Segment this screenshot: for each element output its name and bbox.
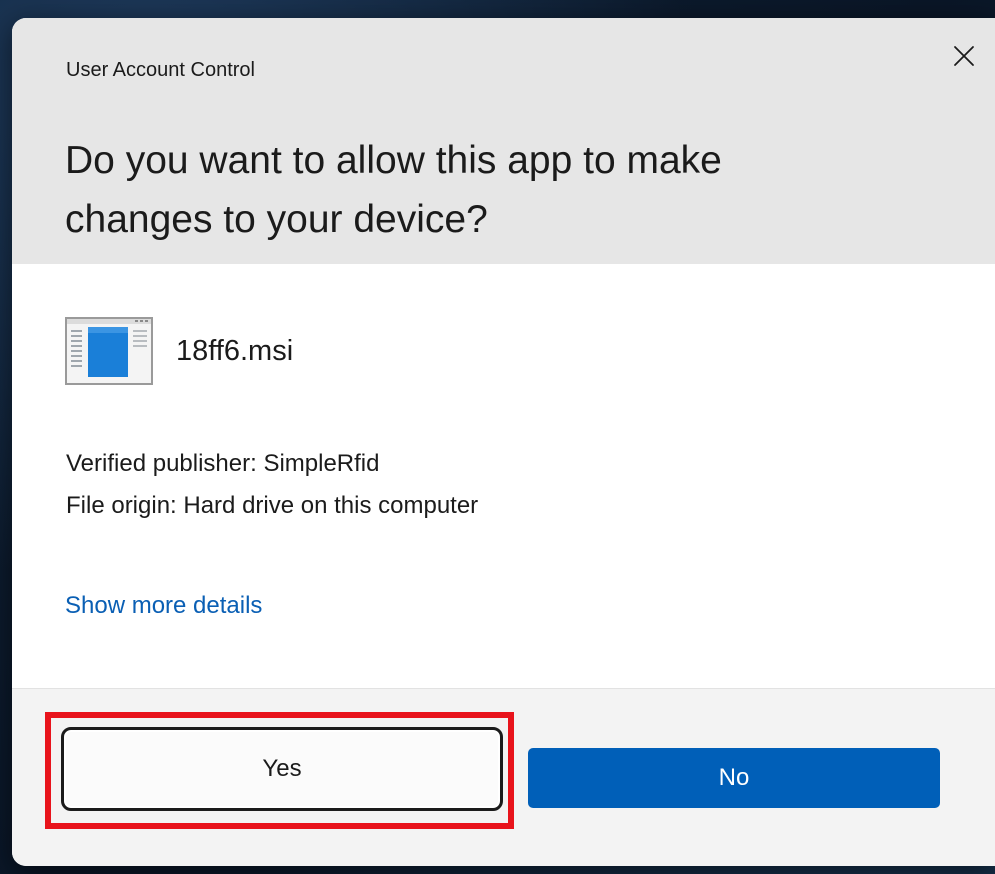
- no-button[interactable]: No: [528, 748, 940, 808]
- app-name: 18ff6.msi: [176, 335, 294, 367]
- uac-dialog: User Account Control Do you want to allo…: [12, 18, 995, 866]
- dialog-question: Do you want to allow this app to make ch…: [65, 131, 925, 249]
- close-icon: [954, 46, 974, 66]
- window-title: User Account Control: [66, 59, 255, 81]
- show-more-details-link[interactable]: Show more details: [65, 592, 262, 620]
- question-line-2: changes to your device?: [65, 198, 488, 241]
- dialog-header: User Account Control Do you want to allo…: [12, 18, 995, 264]
- close-button[interactable]: [942, 34, 986, 78]
- file-origin: File origin: Hard drive on this computer: [66, 492, 479, 519]
- yes-button[interactable]: Yes: [61, 727, 503, 811]
- verified-publisher: Verified publisher: SimpleRfid: [66, 450, 380, 477]
- question-line-1: Do you want to allow this app to make: [65, 139, 722, 182]
- installer-window-icon: [65, 317, 153, 385]
